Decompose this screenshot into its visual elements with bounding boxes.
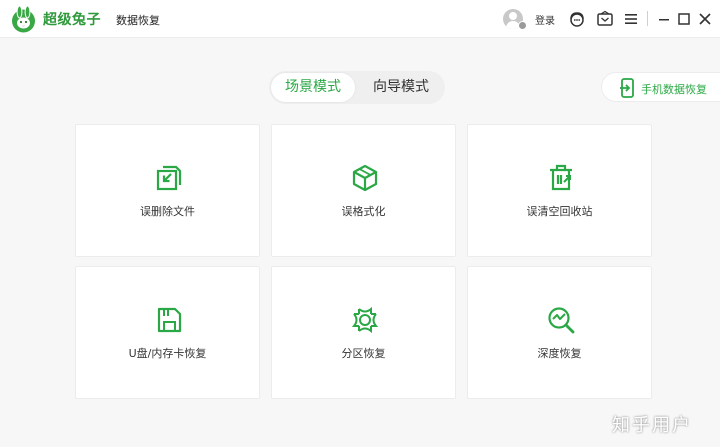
brand-name: 超级兔子 — [43, 12, 101, 28]
phone-recovery-label: 手机数据恢复 — [641, 83, 707, 96]
sd-card-icon — [154, 305, 184, 335]
rabbit-logo-icon — [10, 5, 37, 33]
partition-icon — [350, 305, 380, 335]
file-restore-icon — [154, 163, 184, 193]
card-deleted-files[interactable]: 误删除文件 — [75, 124, 260, 257]
recycle-bin-icon — [546, 163, 576, 193]
tab-scene-mode[interactable]: 场景模式 — [271, 73, 355, 102]
app-window: 超级兔子 数据恢复 登录 场景模式 向导模式 手机数据恢复 误删除文件 误格式化… — [0, 0, 720, 447]
login-link[interactable]: 登录 — [535, 12, 555, 27]
phone-recovery-button[interactable]: 手机数据恢复 — [601, 72, 720, 102]
tab-wizard-mode[interactable]: 向导模式 — [359, 71, 443, 104]
card-usb-sd[interactable]: U盘/内存卡恢复 — [75, 266, 260, 399]
card-label: 分区恢复 — [341, 347, 386, 360]
menu-icon[interactable] — [622, 10, 640, 28]
brand-subtitle: 数据恢复 — [116, 14, 160, 27]
title-bar: 超级兔子 数据恢复 登录 — [0, 0, 720, 38]
close-icon[interactable] — [696, 10, 714, 28]
card-formatted[interactable]: 误格式化 — [271, 124, 456, 257]
feedback-icon[interactable] — [596, 10, 614, 28]
card-label: 误格式化 — [341, 205, 386, 218]
card-label: 误删除文件 — [140, 205, 195, 218]
card-deep-recovery[interactable]: 深度恢复 — [467, 266, 652, 399]
titlebar-divider — [647, 11, 648, 26]
card-recycle-bin[interactable]: 误清空回收站 — [467, 124, 652, 257]
box-icon — [350, 163, 380, 193]
minimize-icon[interactable] — [655, 10, 673, 28]
support-icon[interactable] — [568, 10, 586, 28]
phone-transfer-icon — [619, 78, 637, 98]
mode-toggle: 场景模式 向导模式 — [269, 71, 445, 104]
deep-scan-icon — [546, 305, 576, 335]
maximize-icon[interactable] — [675, 10, 693, 28]
card-label: 误清空回收站 — [526, 205, 593, 218]
card-partition[interactable]: 分区恢复 — [271, 266, 456, 399]
watermark: 知乎用户 — [612, 415, 692, 436]
vip-badge-icon — [518, 21, 527, 30]
card-label: 深度恢复 — [537, 347, 582, 360]
card-label: U盘/内存卡恢复 — [128, 347, 207, 360]
